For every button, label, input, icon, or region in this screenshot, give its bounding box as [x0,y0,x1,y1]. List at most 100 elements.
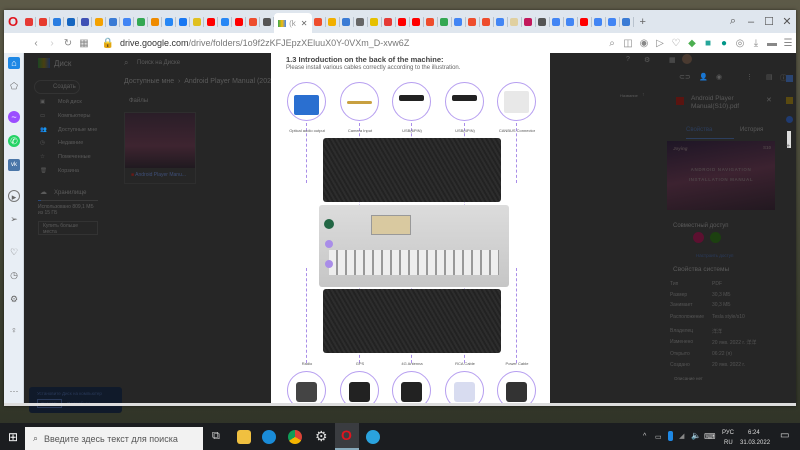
browser-tab[interactable] [466,17,479,26]
preview-icon[interactable]: ◉ [716,73,722,81]
browser-tab[interactable] [246,17,259,26]
language-region[interactable]: RU [724,440,733,446]
tab-properties[interactable]: Свойства [686,127,734,139]
extension-android-icon[interactable]: ◆ [684,38,700,49]
browser-tab[interactable] [92,17,105,26]
nav-item[interactable]: 👥 Доступные мне [40,127,97,133]
history-icon[interactable]: ◷ [8,269,20,281]
browser-tab[interactable] [578,17,591,26]
browser-tab[interactable] [326,17,339,26]
browser-tab[interactable] [64,17,77,26]
taskbar-search[interactable]: ⌕ Введите здесь текст для поиска [25,427,203,450]
browser-tab[interactable] [606,17,619,26]
search-input[interactable]: Поиск на Диске [137,60,180,66]
breadcrumb-shared[interactable]: Доступные мне [124,78,174,85]
browser-tab[interactable] [50,17,63,26]
battery-icon[interactable]: ▬ [764,38,780,49]
buy-storage-button[interactable]: Купить больше места [38,221,98,235]
maximize-button[interactable]: ☐ [760,15,778,28]
extension-a-icon[interactable]: ● [716,38,732,49]
tab-active[interactable]: (k ✕ [274,13,312,33]
settings-icon[interactable]: ⚙ [315,428,328,445]
zoom-icon[interactable]: ⌕ [604,38,620,49]
opera-menu-icon[interactable]: O [8,14,18,29]
browser-tab[interactable] [106,17,119,26]
back-icon[interactable]: ‹ [28,38,44,49]
browser-tab[interactable] [550,17,563,26]
clock-time[interactable]: 6:24 [748,430,760,436]
extension-icon[interactable]: ■ [700,38,716,49]
network-icon[interactable]: ◢ [679,432,684,440]
send-icon[interactable]: ➢ [8,213,20,225]
browser-tab[interactable] [396,17,409,26]
more-icon[interactable]: ··· [8,385,20,397]
browser-tab[interactable] [592,17,605,26]
browser-tab[interactable] [410,17,423,26]
heart-icon[interactable]: ♡ [8,246,20,258]
create-button[interactable]: Создать [34,80,80,94]
browser-tab[interactable] [620,17,633,26]
camera-icon[interactable]: ◉ [636,38,652,49]
clock-date[interactable]: 31.03.2022 [740,440,770,446]
task-view-icon[interactable]: ⧉ [212,430,220,443]
browser-tab[interactable] [36,17,49,26]
browser-tab[interactable] [480,17,493,26]
keep-icon[interactable] [786,97,793,104]
nav-item[interactable]: ▭ Компьютеры [40,113,90,119]
browser-tab[interactable] [148,17,161,26]
browser-tab[interactable] [522,17,535,26]
browser-tab[interactable] [218,17,231,26]
keyboard-icon[interactable]: ⌨ [704,432,716,441]
settings-icon[interactable]: ⚙ [8,293,20,305]
browser-tab[interactable] [260,17,273,26]
link-icon[interactable]: ⊂⊃ [679,73,691,81]
help-icon[interactable]: ? [626,56,630,63]
browser-tab[interactable] [340,17,353,26]
tasks-icon[interactable] [786,116,793,123]
calendar-icon[interactable] [786,75,793,82]
reload-icon[interactable]: ↻ [60,38,76,49]
browser-tab[interactable] [232,17,245,26]
volume-icon[interactable]: 🔈 [691,431,701,440]
breadcrumb-folder[interactable]: Android Player Manual (2022) [184,78,277,85]
browser-tab[interactable] [120,17,133,26]
chrome-icon[interactable] [288,430,302,444]
browser-tab[interactable] [22,17,35,26]
download-icon[interactable]: ⤓ [748,38,764,49]
apps-icon[interactable]: ▦ [669,56,676,64]
file-card[interactable]: ■ Android Player Manu... [124,112,196,184]
nav-item[interactable]: ☆ Помеченные [40,154,91,160]
search-tabs-icon[interactable]: ⌕ [724,15,742,28]
snapshot-icon[interactable]: ◫ [620,38,636,49]
browser-tab[interactable] [368,17,381,26]
edge-icon[interactable] [262,430,276,444]
notifications-icon[interactable]: ▭ [780,430,789,441]
browser-tab[interactable] [204,17,217,26]
easy-setup-icon[interactable]: ☰ [780,38,796,49]
battery-icon[interactable]: ▭ [655,433,662,441]
url-field[interactable]: drive.google.com/drive/folders/1o9f2zKFJ… [120,38,409,48]
browser-tab[interactable] [134,17,147,26]
messenger-icon[interactable]: ~ [8,111,20,123]
bluetooth-icon[interactable] [668,431,673,441]
nav-item[interactable]: ▣ Мой диск [40,99,82,105]
browser-tab[interactable] [494,17,507,26]
horizontal-scrollbar[interactable] [4,403,796,406]
sort-arrow-icon[interactable]: ↑ [642,92,645,98]
tips-icon[interactable]: ♀ [8,324,20,336]
browser-tab[interactable] [162,17,175,26]
telegram-icon[interactable] [366,430,380,444]
grid-view-icon[interactable]: ▤ [766,73,773,81]
manage-access-link[interactable]: Настроить доступ [696,253,733,258]
start-icon[interactable]: ⊞ [8,430,18,444]
opera-taskbar-button[interactable]: O [335,423,359,450]
bookmarks-icon[interactable]: ⬠ [8,80,20,92]
tray-chevron-icon[interactable]: ^ [643,433,646,440]
send-icon[interactable]: ▷ [652,38,668,49]
browser-tab[interactable] [190,17,203,26]
browser-tab[interactable] [536,17,549,26]
browser-tab[interactable] [508,17,521,26]
nav-item[interactable]: ◷ Недавние [40,140,83,146]
browser-tab[interactable] [78,17,91,26]
cube-icon[interactable]: ◎ [732,38,748,49]
